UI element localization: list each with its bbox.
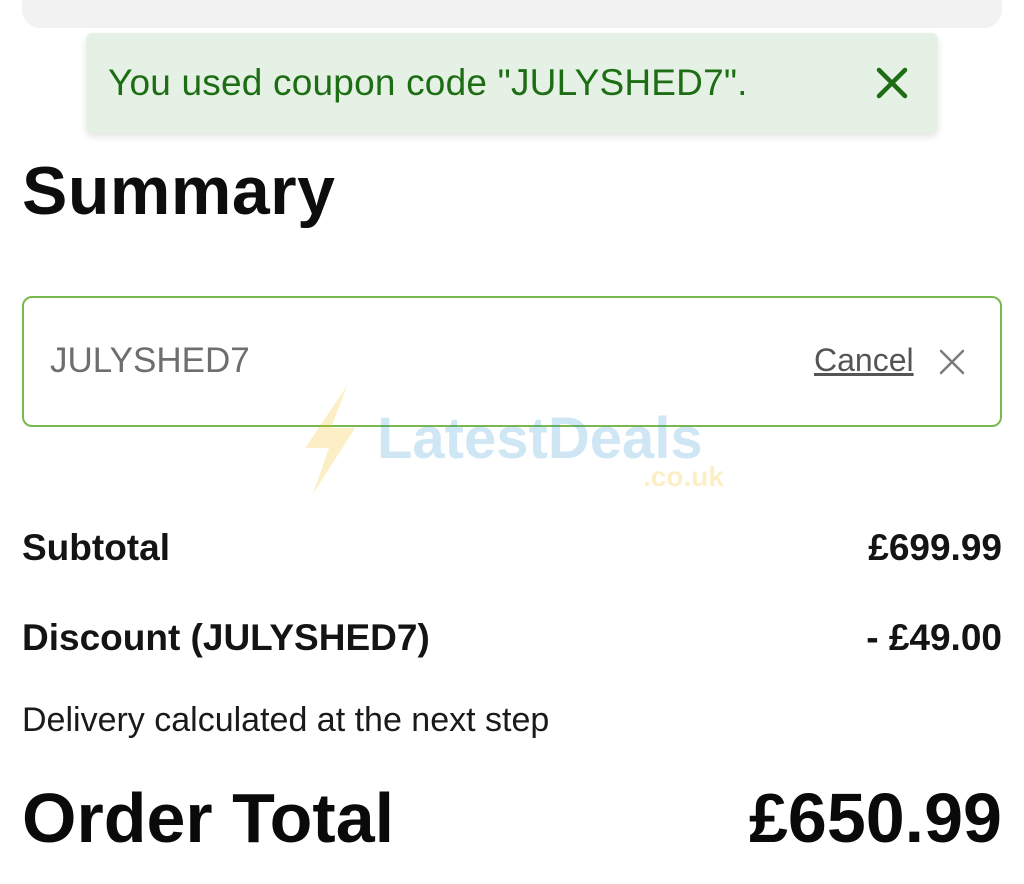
previous-section-card [22, 0, 1002, 28]
watermark-domain-text: .co.uk [643, 461, 724, 492]
subtotal-label: Subtotal [22, 527, 170, 568]
delivery-note: Delivery calculated at the next step [22, 701, 550, 739]
coupon-code-value[interactable]: JULYSHED7 [50, 341, 250, 381]
checkout-summary-page: You used coupon code "JULYSHED7". Summar… [0, 0, 1024, 884]
coupon-applied-notification: You used coupon code "JULYSHED7". [86, 33, 938, 133]
notification-message: You used coupon code "JULYSHED7". [108, 62, 748, 103]
subtotal-value: £699.99 [868, 527, 1002, 568]
coupon-input-field[interactable]: JULYSHED7 Cancel [22, 296, 1002, 427]
order-total-label: Order Total [22, 779, 395, 857]
close-icon[interactable] [874, 65, 910, 101]
page-title: Summary [22, 153, 336, 229]
clear-coupon-icon[interactable] [938, 348, 966, 376]
discount-label: Discount (JULYSHED7) [22, 617, 430, 658]
order-total-value: £650.99 [748, 779, 1002, 857]
discount-value: - £49.00 [866, 617, 1002, 658]
cancel-coupon-link[interactable]: Cancel [814, 342, 914, 379]
